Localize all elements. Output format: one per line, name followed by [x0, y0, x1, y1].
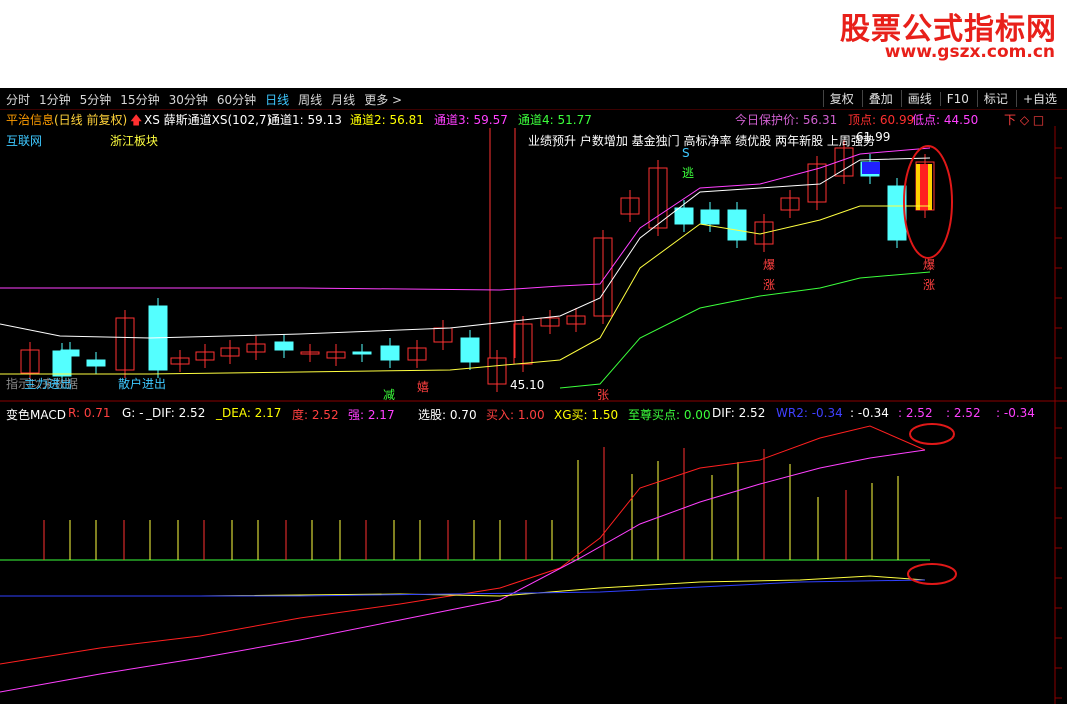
yellow-line [0, 575, 926, 597]
macd-ring-1 [909, 423, 955, 445]
macd-info-bar: 变色MACD R: 0.71 G: - _DIF: 2.52 _DEA: 2.1… [0, 406, 1067, 422]
signal-jian: 减 [383, 388, 396, 402]
macd-xg-buy: XG买: 1.50 [554, 408, 619, 422]
candle-body [380, 345, 400, 361]
dea-line [0, 449, 926, 693]
trading-app: 分时 1分钟 5分钟 15分钟 30分钟 60分钟 日线 周线 月线 更多 > 复权 叠加 画线 F10… [0, 88, 1067, 704]
macd-buy: 买入: 1.00 [486, 408, 545, 422]
chart-canvas [0, 126, 1067, 704]
channel-green [559, 271, 931, 389]
candle-body [460, 337, 480, 363]
tag-zhejiang[interactable]: 浙江板块 [110, 132, 158, 149]
signal-zhang-3: 涨 [923, 278, 936, 292]
macd-v1: : -0.34 [850, 406, 889, 420]
macd-qiang: 强: 2.17 [348, 408, 395, 422]
low-price-label: 45.10 [510, 378, 545, 392]
signal-s: S [682, 146, 690, 160]
candle-body [86, 359, 106, 367]
signal-bao: 爆 [763, 258, 776, 272]
blue-candle [862, 162, 880, 174]
macd-g: G: - [122, 406, 144, 420]
macd-ring-2 [907, 563, 957, 585]
candle-body [352, 351, 372, 355]
macd-wr2: WR2: -0.34 [776, 406, 843, 420]
blue-line [0, 579, 926, 597]
candle-body [727, 209, 747, 241]
main-force-label: 主力进出 [24, 377, 73, 391]
macd-dif-2: DIF: 2.52 [712, 406, 766, 420]
macd-v3: : 2.52 [946, 406, 981, 420]
candle-body [674, 207, 694, 225]
signal-zhang: 张 [597, 388, 610, 402]
candle-body [60, 349, 80, 357]
watermark-url: www.gszx.com.cn [884, 42, 1055, 62]
watermark-banner: 股票公式指标网 www.gszx.com.cn [0, 0, 1067, 88]
macd-v4: : -0.34 [996, 406, 1035, 420]
macd-name[interactable]: 变色MACD [6, 406, 66, 423]
candle-body [700, 209, 720, 225]
macd-supreme: 至尊买点: 0.00 [628, 408, 711, 422]
high-price-label: 61.99 [856, 130, 891, 144]
highlight-candle-core [920, 164, 928, 210]
dif-line [0, 425, 926, 665]
channel-magenta [0, 147, 931, 291]
channel-white [0, 157, 931, 339]
concept-tags: 业绩预升 户数增加 基金独门 高标净率 绩优股 两年新股 上周强势 [528, 134, 875, 148]
retail-label: 散户进出 [118, 377, 167, 391]
signal-bao-2: 爆 [923, 258, 936, 272]
candle-body [274, 341, 294, 351]
macd-dif: _DIF: 2.52 [146, 406, 206, 420]
macd-du: 度: 2.52 [292, 408, 339, 422]
macd-dea: _DEA: 2.17 [216, 406, 282, 420]
macd-xuangu: 选股: 0.70 [418, 408, 477, 422]
signal-zhang-2: 涨 [763, 278, 776, 292]
tag-internet[interactable]: 互联网 [6, 132, 42, 149]
signal-xi: 嬉 [417, 380, 430, 394]
signal-tao: 逃 [682, 166, 695, 180]
macd-r: R: 0.71 [68, 406, 111, 420]
macd-v2: : 2.52 [898, 406, 933, 420]
